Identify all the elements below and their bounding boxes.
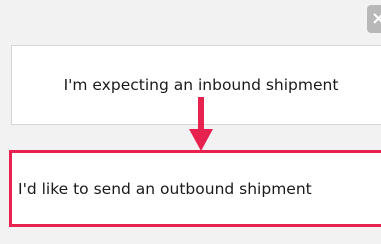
- shipment-dialog: × I'm expecting an inbound shipment I'd …: [0, 0, 381, 244]
- close-button[interactable]: ×: [367, 5, 381, 33]
- dialog-header: [0, 0, 381, 38]
- outbound-shipment-label: I'd like to send an outbound shipment: [18, 179, 312, 198]
- close-icon: ×: [371, 8, 381, 29]
- arrow-down-icon: [189, 97, 213, 151]
- inbound-shipment-label: I'm expecting an inbound shipment: [63, 76, 339, 94]
- outbound-shipment-option[interactable]: I'd like to send an outbound shipment: [9, 150, 381, 227]
